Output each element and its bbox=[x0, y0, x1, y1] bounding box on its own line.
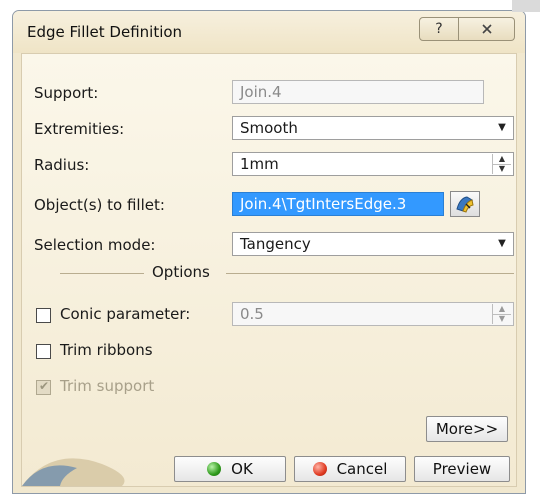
options-divider-left bbox=[60, 273, 144, 274]
objects-field[interactable]: Join.4\TgtIntersEdge.3 bbox=[232, 192, 444, 216]
ok-button[interactable]: OK bbox=[174, 456, 286, 482]
spin-down-icon[interactable]: ▼ bbox=[493, 163, 511, 175]
conic-value: 0.5 bbox=[240, 305, 264, 323]
edge-fillet-dialog: Edge Fillet Definition ? Support: Join.4… bbox=[12, 10, 526, 494]
dialog-body: Support: Join.4 Extremities: Smooth ▼ Ra… bbox=[21, 53, 517, 487]
cancel-label: Cancel bbox=[336, 460, 388, 478]
spin-up-icon: ▲ bbox=[498, 303, 506, 313]
options-divider-right bbox=[226, 273, 514, 274]
radius-spinner[interactable]: ▲ ▼ bbox=[492, 154, 511, 174]
extremities-value: Smooth bbox=[240, 119, 298, 137]
spin-up-icon[interactable]: ▲ bbox=[493, 154, 511, 164]
chevron-down-icon[interactable]: ▼ bbox=[493, 119, 511, 137]
brand-swoosh-graphic bbox=[22, 458, 125, 486]
close-button[interactable] bbox=[459, 17, 515, 41]
conic-spinner: ▲ ▼ bbox=[492, 304, 511, 324]
help-button[interactable]: ? bbox=[419, 17, 459, 41]
conic-checkbox[interactable] bbox=[36, 308, 51, 323]
cancel-button[interactable]: Cancel bbox=[294, 456, 406, 482]
support-field: Join.4 bbox=[232, 80, 484, 104]
trim-ribbons-checkbox[interactable] bbox=[36, 344, 51, 359]
extremities-label: Extremities: bbox=[34, 120, 125, 138]
conic-label: Conic parameter: bbox=[60, 305, 191, 323]
support-label: Support: bbox=[34, 84, 99, 102]
selection-mode-select[interactable]: Tangency ▼ bbox=[232, 232, 514, 256]
cancel-indicator-icon bbox=[312, 462, 327, 476]
title-bar[interactable]: Edge Fillet Definition ? bbox=[13, 11, 525, 53]
extremities-select[interactable]: Smooth ▼ bbox=[232, 116, 514, 140]
trim-support-checkbox: ✔ bbox=[36, 379, 51, 395]
radius-label: Radius: bbox=[34, 156, 90, 174]
options-header: Options bbox=[152, 263, 210, 281]
help-icon: ? bbox=[435, 21, 443, 37]
radius-value: 1mm bbox=[240, 155, 279, 173]
trim-ribbons-label: Trim ribbons bbox=[60, 341, 153, 359]
close-icon bbox=[481, 24, 492, 34]
objects-label: Object(s) to fillet: bbox=[34, 196, 165, 214]
dialog-title: Edge Fillet Definition bbox=[27, 23, 183, 41]
ok-indicator-icon bbox=[207, 462, 222, 476]
chevron-down-icon[interactable]: ▼ bbox=[493, 235, 511, 253]
checkmark-icon: ✔ bbox=[39, 379, 50, 393]
edge-picker-icon bbox=[456, 196, 474, 213]
more-button[interactable]: More>> bbox=[426, 416, 508, 442]
selection-mode-label: Selection mode: bbox=[34, 236, 156, 254]
ok-label: OK bbox=[231, 460, 253, 478]
radius-input[interactable]: 1mm ▲ ▼ bbox=[232, 152, 514, 176]
spin-down-icon: ▼ bbox=[493, 313, 511, 325]
preview-button[interactable]: Preview bbox=[414, 456, 510, 482]
title-buttons: ? bbox=[419, 17, 515, 41]
edge-picker-button[interactable] bbox=[450, 191, 480, 217]
conic-field: 0.5 ▲ ▼ bbox=[232, 302, 514, 326]
trim-support-label: Trim support bbox=[60, 377, 155, 395]
background-corner-fragment bbox=[512, 0, 540, 12]
selection-mode-value: Tangency bbox=[240, 235, 311, 253]
